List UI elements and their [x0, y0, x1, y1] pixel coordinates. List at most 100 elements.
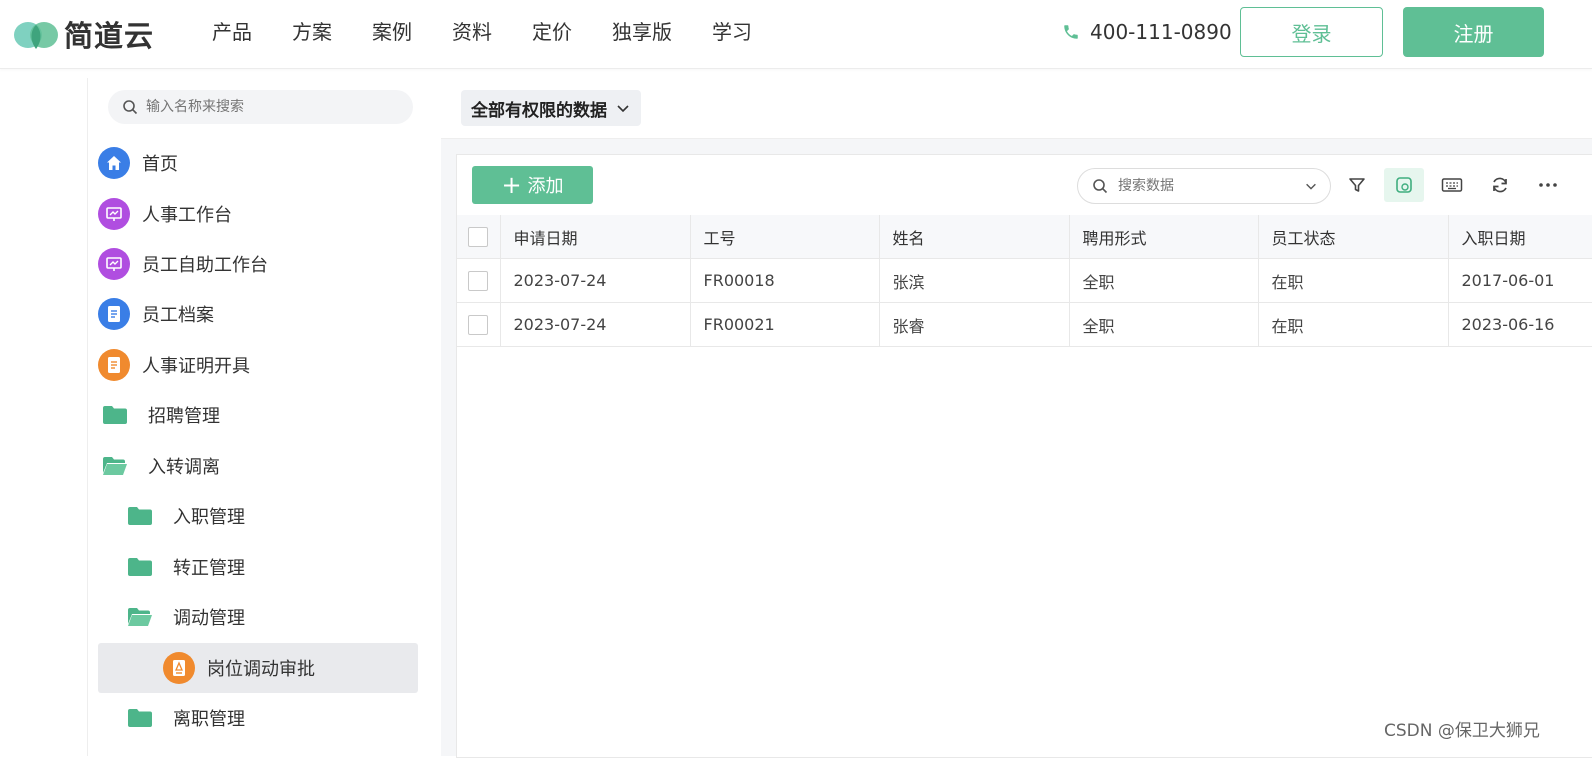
folder-icon: [103, 406, 127, 424]
nav-item-solutions[interactable]: 方案: [292, 18, 332, 46]
nav-item-resources[interactable]: 资料: [452, 18, 492, 46]
sidebar-item-label: 首页: [142, 154, 178, 175]
table-cell: 全职: [1069, 258, 1259, 303]
more-button[interactable]: [1528, 168, 1568, 202]
document-icon: [98, 349, 130, 381]
table-cell: 在职: [1258, 302, 1449, 347]
sidebar-search[interactable]: [108, 90, 413, 124]
folder-open-icon: [128, 608, 152, 626]
sidebar-item-label: 岗位调动审批: [207, 659, 315, 680]
nav-item-cases[interactable]: 案例: [372, 18, 412, 46]
sidebar-item-hr-workbench[interactable]: 人事工作台: [98, 190, 418, 238]
select-all-checkbox[interactable]: [468, 226, 489, 247]
sidebar-item-label: 转正管理: [173, 558, 245, 579]
chevron-down-icon: [617, 105, 629, 113]
main-nav: 产品 方案 案例 资料 定价 独享版 学习: [212, 18, 792, 46]
data-search[interactable]: [1077, 168, 1331, 204]
document-icon: [98, 298, 130, 330]
column-header[interactable]: 姓名: [879, 215, 1070, 259]
sidebar-item-onboarding[interactable]: 入职管理: [98, 492, 418, 540]
keyboard-icon: [1441, 178, 1463, 192]
sidebar-item-transfer-approval[interactable]: 岗位调动审批: [98, 643, 418, 693]
permission-filter-label: 全部有权限的数据: [471, 100, 607, 121]
sidebar-item-employee-records[interactable]: 员工档案: [98, 290, 418, 338]
login-button[interactable]: 登录: [1240, 7, 1383, 57]
nav-item-products[interactable]: 产品: [212, 18, 252, 46]
column-header[interactable]: 申请日期: [500, 215, 691, 259]
dashboard-icon: [98, 248, 130, 280]
filter-bar: 全部有权限的数据: [441, 78, 1592, 139]
table-cell: 2023-06-16: [1448, 302, 1592, 347]
row-checkbox[interactable]: [468, 314, 489, 335]
sidebar-item-label: 人事工作台: [142, 205, 232, 226]
table-cell: 2023-07-24: [500, 302, 691, 347]
approval-icon: [163, 652, 195, 684]
column-header[interactable]: 员工状态: [1258, 215, 1449, 259]
sidebar-item-hr-certificate[interactable]: 人事证明开具: [98, 341, 418, 389]
more-icon: [1539, 183, 1557, 187]
nav-item-learn[interactable]: 学习: [712, 18, 752, 46]
folder-icon: [128, 558, 152, 576]
column-header[interactable]: 聘用形式: [1069, 215, 1259, 259]
dashboard-icon: [98, 198, 130, 230]
sidebar-item-label: 入职管理: [173, 507, 245, 528]
view-toggle-button[interactable]: [1384, 168, 1424, 202]
table-cell: 在职: [1258, 258, 1449, 303]
folder-icon: [128, 507, 152, 525]
data-search-input[interactable]: [1116, 177, 1300, 195]
column-header[interactable]: 入职日期: [1448, 215, 1592, 259]
home-icon: [98, 147, 130, 179]
watermark: CSDN @保卫大狮兄: [1384, 721, 1540, 741]
table-cell: FR00018: [690, 258, 880, 303]
sidebar-item-label: 离职管理: [173, 709, 245, 730]
nav-item-dedicated[interactable]: 独享版: [612, 18, 672, 46]
sticker-icon: [1396, 177, 1412, 193]
plus-icon: +: [501, 171, 522, 199]
sidebar-item-label: 入转调离: [148, 457, 220, 478]
sidebar-item-resignation[interactable]: 离职管理: [98, 694, 418, 742]
chevron-down-icon[interactable]: [1304, 179, 1318, 193]
table-cell: 张睿: [879, 302, 1070, 347]
row-checkbox[interactable]: [468, 270, 489, 291]
table-row[interactable]: 2023-07-24 FR00018 张滨 全职 在职 2017-06-01: [457, 258, 1592, 303]
filter-button[interactable]: [1337, 168, 1377, 202]
column-header[interactable]: 工号: [690, 215, 880, 259]
data-table: 申请日期 工号 姓名 聘用形式 员工状态 入职日期 2023-07-24 FR0…: [457, 215, 1592, 347]
sidebar-item-onboarding-group[interactable]: 入转调离: [98, 442, 418, 490]
sidebar-item-probation[interactable]: 转正管理: [98, 543, 418, 591]
folder-open-icon: [103, 457, 127, 475]
top-navigation-bar: 简道云 产品 方案 案例 资料 定价 独享版 学习 400-111-0890 登…: [0, 0, 1592, 69]
table-cell: 全职: [1069, 302, 1259, 347]
search-icon: [1093, 179, 1108, 194]
table-cell: 2023-07-24: [500, 258, 691, 303]
table-row[interactable]: 2023-07-24 FR00021 张睿 全职 在职 2023-06-16: [457, 302, 1592, 347]
add-button[interactable]: + 添加: [472, 166, 593, 204]
phone-icon: [1064, 25, 1078, 39]
register-button[interactable]: 注册: [1403, 7, 1544, 57]
sidebar-item-recruitment[interactable]: 招聘管理: [98, 391, 418, 439]
row-select-cell: [457, 302, 501, 347]
main-content: 全部有权限的数据 + 添加 搜索数据 申请日期 工号 姓名 聘用形式 员工状态 …: [441, 78, 1592, 758]
sidebar-item-label: 招聘管理: [148, 406, 220, 427]
data-panel: + 添加 搜索数据 申请日期 工号 姓名 聘用形式 员工状态 入职日期 2023…: [456, 154, 1592, 758]
table-cell: 2017-06-01: [1448, 258, 1592, 303]
refresh-icon: [1493, 177, 1507, 193]
permission-filter-dropdown[interactable]: 全部有权限的数据: [461, 90, 641, 126]
refresh-button[interactable]: [1480, 168, 1520, 202]
sidebar-item-self-service[interactable]: 员工自助工作台: [98, 240, 418, 288]
filter-icon: [1349, 178, 1365, 192]
keyboard-button[interactable]: [1432, 168, 1472, 202]
phone-contact[interactable]: 400-111-0890: [1062, 20, 1232, 44]
phone-number: 400-111-0890: [1090, 20, 1232, 44]
nav-item-pricing[interactable]: 定价: [532, 18, 572, 46]
sidebar-search-input[interactable]: [144, 98, 398, 116]
sidebar-item-home[interactable]: 首页: [98, 139, 418, 187]
table-cell: 张滨: [879, 258, 1070, 303]
row-select-cell: [457, 258, 501, 303]
add-button-label: 添加: [527, 176, 564, 197]
logo-icon: [12, 17, 60, 51]
sidebar-item-transfer[interactable]: 调动管理: [98, 593, 418, 641]
sidebar-item-label: 调动管理: [173, 608, 245, 629]
folder-icon: [128, 709, 152, 727]
brand-logo[interactable]: 简道云: [12, 14, 154, 54]
